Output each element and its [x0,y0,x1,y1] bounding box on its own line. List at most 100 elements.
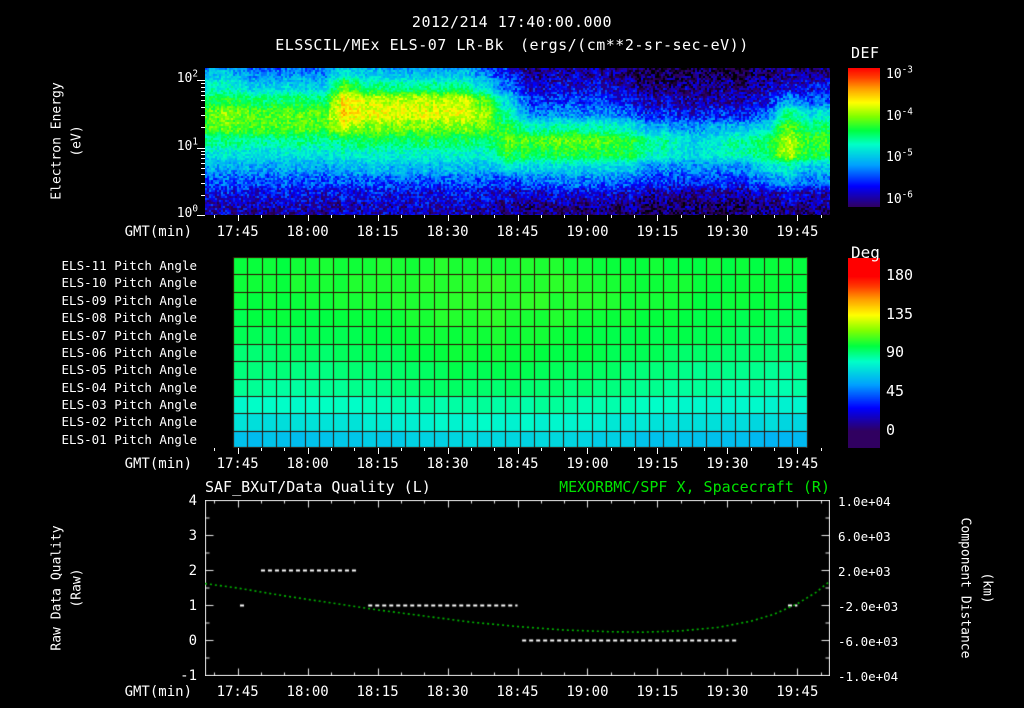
x-tick-mark [611,215,612,218]
x-tick-label: 17:45 [216,224,259,240]
line-y-right-label: 1.0e+04 [838,494,891,509]
x-tick-mark [448,448,449,454]
x-tick-label: 18:00 [286,224,329,240]
deg-colorbar-tick-label: 0 [886,420,896,439]
x-tick-label: 19:00 [566,456,609,472]
x-tick-label: 18:15 [356,224,399,240]
x-tick-mark [681,448,682,451]
x-tick-mark [751,448,752,451]
line-y-right-label: 6.0e+03 [838,529,891,544]
def-colorbar-tick-label: 10-4 [886,106,913,124]
y-minor-tick-mark [201,158,205,159]
pitch-row-label: ELS-02 Pitch Angle [61,414,197,430]
x-tick-mark [378,448,379,454]
x-tick-mark [261,215,262,218]
deg-colorbar-tick-label: 180 [886,266,914,284]
y-minor-tick-mark [201,168,205,169]
line-y-right-label: -6.0e+03 [838,634,899,649]
x-tick-label: 19:30 [706,456,749,472]
x-tick-mark [238,448,239,454]
x-tick-mark [471,215,472,218]
x-tick-label: 18:30 [426,456,469,472]
x-tick-label: 18:15 [356,456,399,472]
y-minor-tick-mark [201,163,205,164]
x-tick-label: 19:45 [776,684,819,700]
line-y-right-label: 2.0e+03 [838,564,891,579]
x-tick-label: 17:45 [216,456,259,472]
y-tick-label: 102 [176,68,198,86]
y-tick-label: 100 [176,203,198,221]
x-tick-mark [424,448,425,451]
pitch-row-label: ELS-05 Pitch Angle [61,362,197,378]
x-tick-mark [494,215,495,218]
x-tick-label: 18:00 [286,456,329,472]
y-minor-tick-mark [201,183,205,184]
x-tick-mark [681,215,682,218]
def-colorbar-tick-label: 10-6 [886,189,913,207]
x-tick-mark [354,215,355,218]
x-tick-mark [518,215,519,221]
x-tick-mark [657,448,658,454]
line-y-left-label: 3 [188,528,197,544]
x-tick-mark [284,215,285,218]
x-tick-mark [704,215,705,218]
y-minor-tick-mark [201,95,205,96]
y-tick-mark [197,215,205,216]
pitch-row-label: ELS-09 Pitch Angle [61,292,197,308]
x-tick-label: 19:15 [636,684,679,700]
y-minor-tick-mark [201,154,205,155]
deg-colorbar-tick-label: 45 [886,382,905,401]
line-y-left-label: 1 [188,598,197,614]
x-tick-mark [401,448,402,451]
y-minor-tick-mark [201,83,205,84]
x-tick-mark [541,448,542,451]
pitch-row-label: ELS-11 Pitch Angle [61,258,197,273]
x-tick-mark [261,448,262,451]
x-tick-label: 19:15 [636,456,679,472]
x-tick-mark [284,448,285,451]
x-tick-mark [518,448,519,454]
y-minor-tick-mark [201,87,205,88]
x-tick-mark [564,448,565,451]
pitch-row-label: ELS-04 Pitch Angle [61,379,197,395]
x-tick-label: 19:30 [706,684,749,700]
x-tick-mark [308,215,309,221]
x-tick-mark [331,448,332,451]
x-tick-mark [751,215,752,218]
x-tick-mark [448,215,449,221]
x-tick-mark [564,215,565,218]
pitch-row-label: ELS-03 Pitch Angle [61,396,197,412]
pitch-row-label: ELS-01 Pitch Angle [61,431,197,447]
line-y-left-label: 0 [188,633,197,649]
x-tick-mark [214,215,215,218]
x-tick-label: 18:45 [496,456,539,472]
x-tick-label: 19:00 [566,224,609,240]
x-tick-mark [541,215,542,218]
y-minor-tick-mark [201,91,205,92]
y-minor-tick-mark [201,174,205,175]
x-tick-mark [704,448,705,451]
line-y-left-label: 4 [188,493,197,509]
x-tick-label: 18:15 [356,684,399,700]
y-minor-tick-mark [201,100,205,101]
y-tick-label: 101 [176,136,198,154]
x-tick-mark [587,448,588,454]
x-tick-label: 19:15 [636,224,679,240]
x-tick-mark [424,215,425,218]
x-tick-mark [727,215,728,221]
y-tick-mark [197,80,205,81]
x-tick-mark [657,215,658,221]
x-tick-mark [774,215,775,218]
y-minor-tick-mark [201,151,205,152]
def-colorbar-tick-label: 10-5 [886,147,913,165]
x-tick-mark [797,448,798,454]
x-tick-label: 18:30 [426,684,469,700]
x-tick-mark [611,448,612,451]
x-tick-label: 19:45 [776,224,819,240]
x-tick-mark [727,448,728,454]
x-tick-mark [401,215,402,218]
x-tick-label: 18:45 [496,224,539,240]
x-tick-label: 19:30 [706,224,749,240]
x-tick-label: 19:00 [566,684,609,700]
x-tick-label: 19:45 [776,456,819,472]
